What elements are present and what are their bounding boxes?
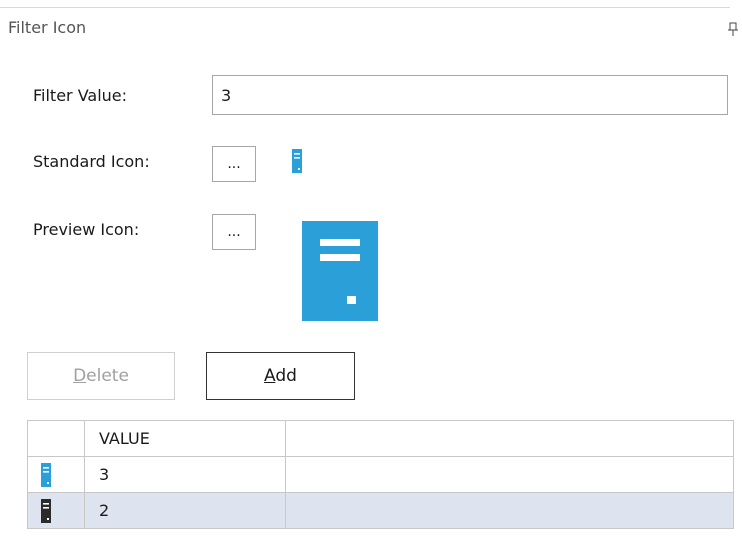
blue-document-icon	[41, 462, 51, 487]
pin-icon[interactable]	[728, 22, 738, 36]
panel-title: Filter Icon	[8, 18, 87, 37]
delete-access-key: D	[73, 366, 87, 386]
add-label-rest: dd	[275, 366, 297, 386]
preview-icon-label: Preview Icon:	[33, 220, 140, 239]
table-row[interactable]: 3	[27, 456, 734, 493]
standard-icon-browse-button[interactable]: ...	[212, 146, 256, 182]
grid-header-extra	[285, 420, 734, 457]
add-access-key: A	[264, 366, 276, 386]
table-row[interactable]: 2	[27, 492, 734, 529]
filter-values-grid[interactable]: VALUE 3 2	[27, 420, 734, 529]
delete-button[interactable]: Delete	[27, 352, 175, 400]
standard-icon-label: Standard Icon:	[33, 152, 150, 171]
dark-document-icon	[41, 498, 51, 523]
grid-header-row: VALUE	[27, 420, 734, 457]
add-button[interactable]: Add	[206, 352, 355, 400]
row-extra-cell	[285, 492, 734, 529]
preview-icon-large	[302, 221, 378, 321]
row-value-cell[interactable]: 2	[84, 492, 286, 529]
filter-value-input[interactable]	[212, 75, 728, 115]
standard-icon-preview	[292, 149, 302, 173]
row-value-cell[interactable]: 3	[84, 456, 286, 493]
grid-header-icon	[27, 420, 85, 457]
panel-top-divider	[0, 7, 730, 8]
row-extra-cell	[285, 456, 734, 493]
row-icon-cell	[27, 492, 85, 529]
row-icon-cell	[27, 456, 85, 493]
delete-label-rest: elete	[86, 366, 129, 386]
grid-header-value[interactable]: VALUE	[84, 420, 286, 457]
preview-icon-browse-button[interactable]: ...	[212, 214, 256, 250]
filter-value-label: Filter Value:	[33, 86, 128, 105]
